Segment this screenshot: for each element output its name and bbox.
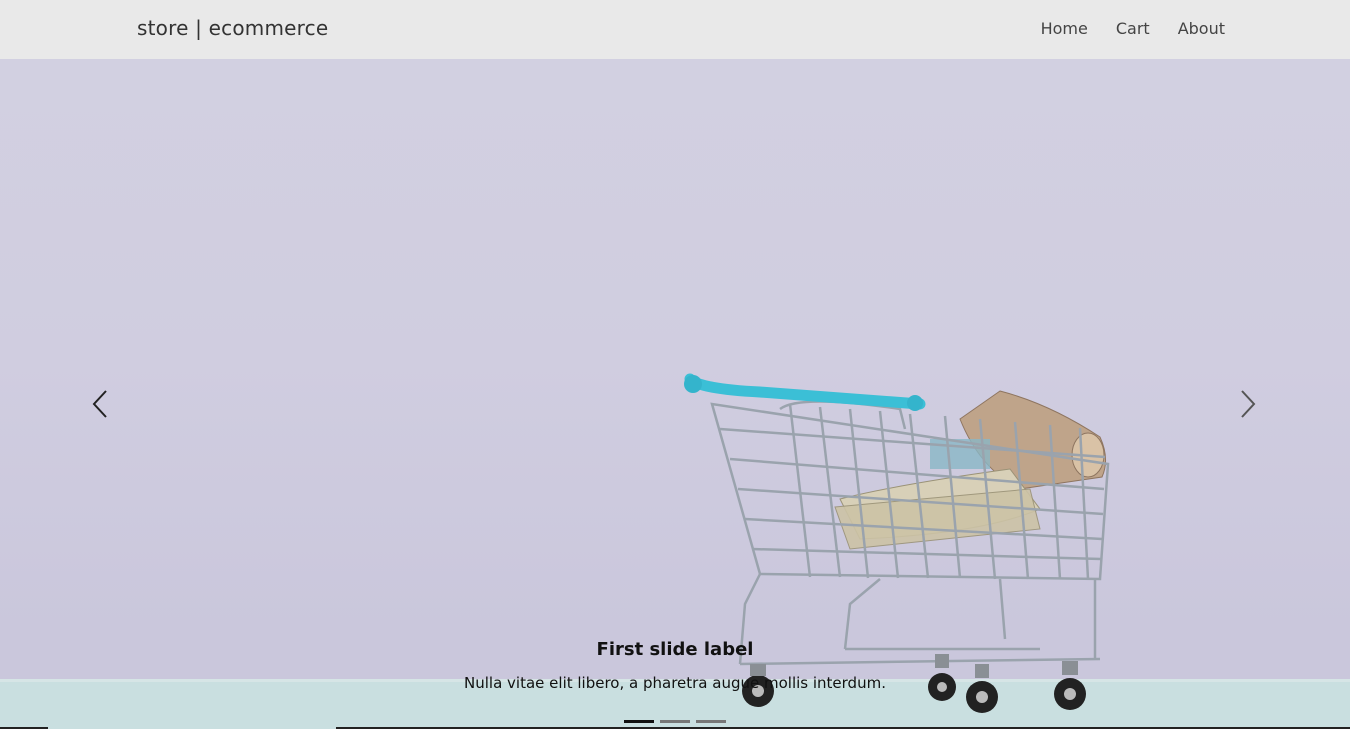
carousel-indicator-3[interactable] xyxy=(696,720,726,723)
nav-links: Home Cart About xyxy=(1041,19,1225,38)
chevron-right-icon xyxy=(1241,390,1256,418)
carousel-prev-button[interactable] xyxy=(80,379,120,429)
carousel-indicator-2[interactable] xyxy=(660,720,690,723)
slide-caption-title: First slide label xyxy=(596,639,754,660)
chevron-left-icon xyxy=(92,390,107,418)
nav-link-cart[interactable]: Cart xyxy=(1116,19,1150,38)
brand-logo[interactable]: store | ecommerce xyxy=(137,16,328,40)
carousel-indicator-1[interactable] xyxy=(624,720,654,723)
carousel-next-button[interactable] xyxy=(1228,379,1268,429)
nav-link-about[interactable]: About xyxy=(1178,19,1225,38)
slide-image-shopping-cart xyxy=(0,373,1350,729)
carousel-indicators xyxy=(624,720,726,723)
nav-link-home[interactable]: Home xyxy=(1041,19,1088,38)
hero-carousel: First slide label Nulla vitae elit liber… xyxy=(0,59,1350,729)
slide-caption-text: Nulla vitae elit libero, a pharetra augu… xyxy=(464,674,886,692)
navbar: store | ecommerce Home Cart About xyxy=(0,0,1350,59)
